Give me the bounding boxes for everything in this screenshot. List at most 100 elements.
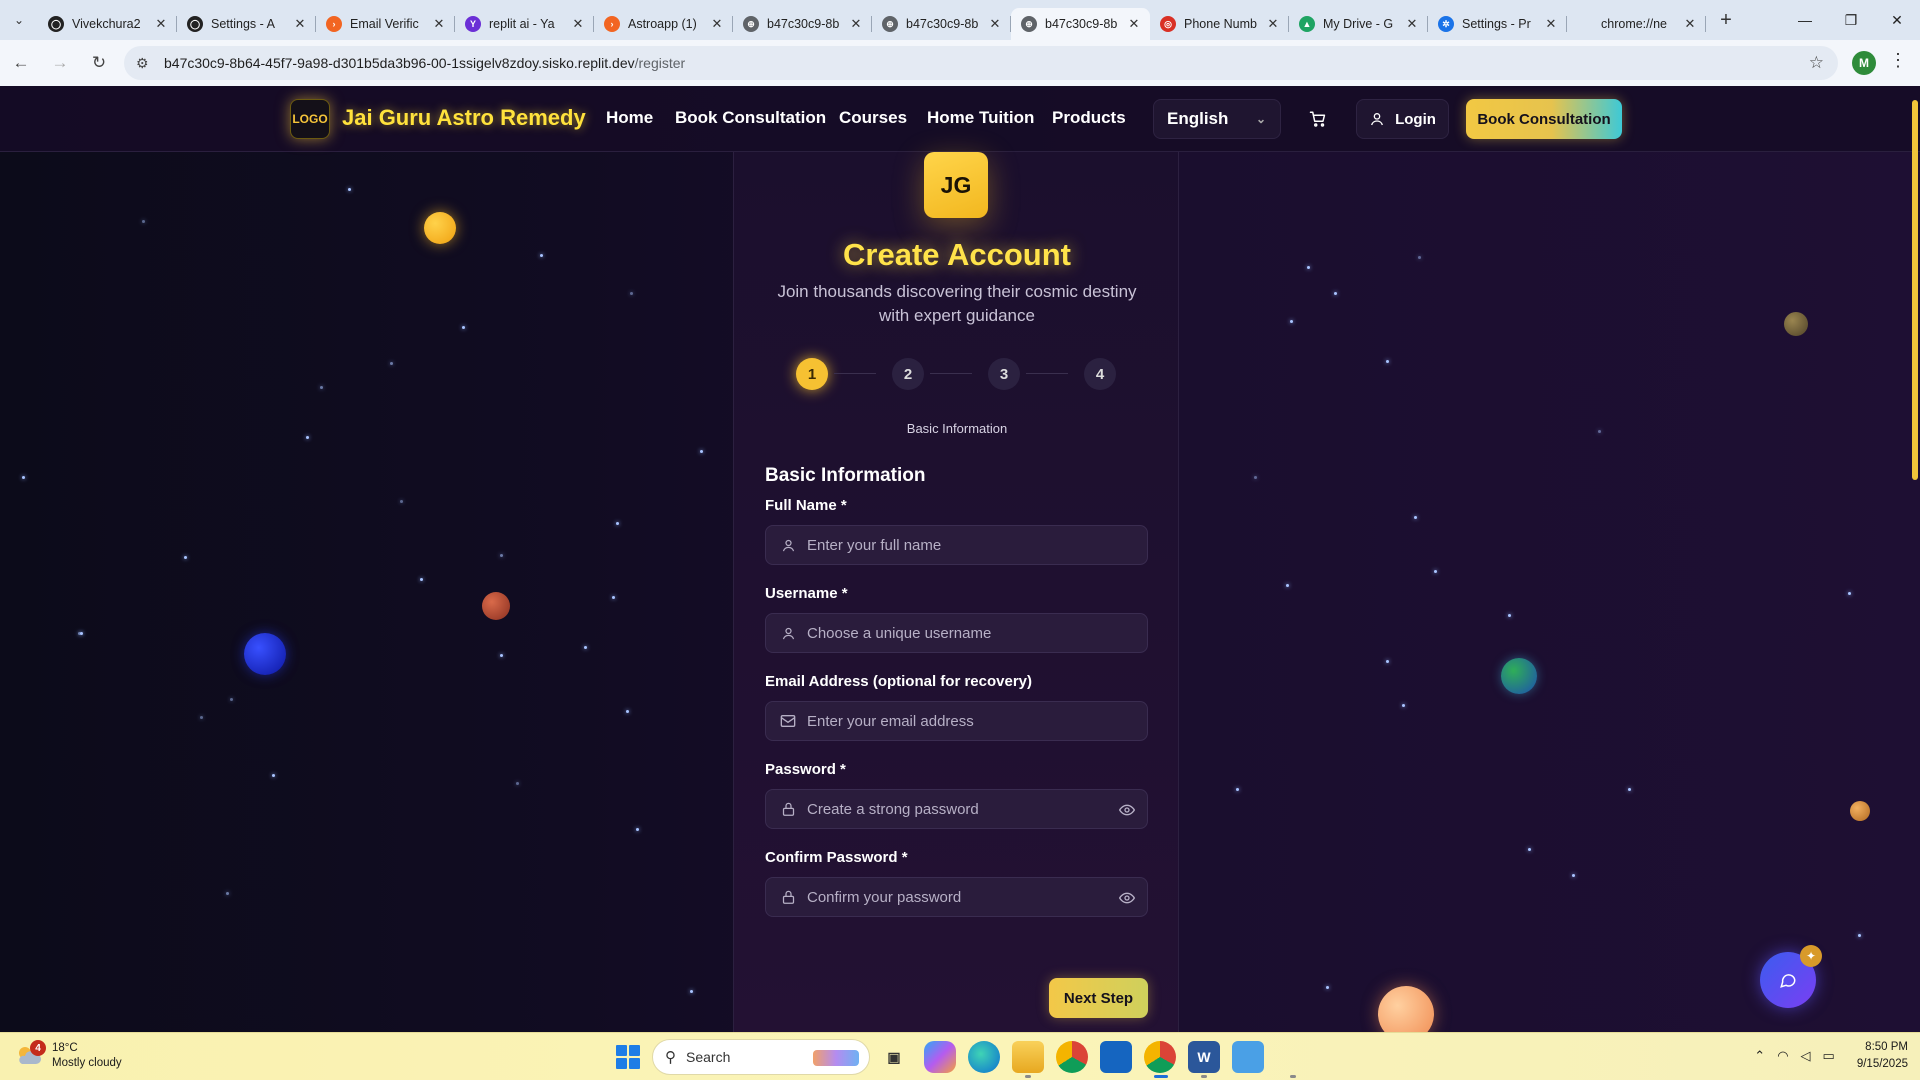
- address-bar[interactable]: ⚙ b47c30c9-8b64-45f7-9a98-d301b5da3b96-0…: [124, 46, 1838, 80]
- kebab-menu-icon[interactable]: ⋮: [1886, 50, 1910, 76]
- next-step-button[interactable]: Next Step: [1049, 978, 1148, 1018]
- tab-title: b47c30c9-8b: [906, 17, 979, 31]
- login-button[interactable]: Login: [1356, 99, 1449, 139]
- browser-tab[interactable]: ▲ My Drive - G ✕: [1289, 8, 1428, 40]
- star-decoration: [612, 596, 615, 599]
- confirm-password-placeholder: Confirm your password: [807, 888, 962, 906]
- browser-tab[interactable]: ◎ Phone Numb ✕: [1150, 8, 1289, 40]
- confirm-password-field[interactable]: Confirm your password: [765, 877, 1148, 917]
- star-decoration: [400, 500, 403, 503]
- browser-tab[interactable]: ⊕ b47c30c9-8b ✕: [733, 8, 872, 40]
- browser-tab[interactable]: Yreplit ai - Ya ✕: [455, 8, 594, 40]
- close-icon[interactable]: ✕: [709, 16, 725, 32]
- tab-strip: ◯ Vivekchura2 ✕ ◯ Settings - A ✕ › Email Veri…: [38, 0, 1742, 40]
- minimize-button[interactable]: —: [1782, 0, 1828, 40]
- page-scrollbar[interactable]: [1912, 100, 1918, 480]
- close-icon[interactable]: ✕: [1265, 16, 1281, 32]
- password-field[interactable]: Create a strong password: [765, 789, 1148, 829]
- remote-desktop-icon[interactable]: [1232, 1041, 1264, 1073]
- taskbar-search[interactable]: ⚲ Search: [652, 1039, 870, 1075]
- file-explorer-icon[interactable]: [1012, 1041, 1044, 1073]
- browser-tab[interactable]: ◯ Settings - A ✕: [177, 8, 316, 40]
- star-decoration: [516, 782, 519, 785]
- close-icon[interactable]: ✕: [1543, 16, 1559, 32]
- restore-button[interactable]: ❐: [1828, 0, 1874, 40]
- weather-text: 18°C Mostly cloudy: [52, 1041, 122, 1071]
- reload-icon[interactable]: ↻: [81, 45, 117, 81]
- close-icon[interactable]: ✕: [292, 16, 308, 32]
- nav-book-consultation[interactable]: Book Consultation: [675, 108, 826, 128]
- nav-home[interactable]: Home: [606, 108, 653, 128]
- bookmark-star-icon[interactable]: ☆: [1809, 53, 1824, 73]
- url-path: /register: [634, 55, 686, 71]
- step-connector: [1026, 373, 1068, 374]
- book-consultation-button[interactable]: Book Consultation: [1466, 99, 1622, 139]
- brand-name[interactable]: Jai Guru Astro Remedy: [342, 105, 586, 131]
- volume-icon[interactable]: ◁: [1801, 1048, 1811, 1064]
- close-icon[interactable]: ✕: [1404, 16, 1420, 32]
- language-value: English: [1167, 109, 1229, 128]
- eye-icon[interactable]: [1118, 802, 1136, 823]
- browser-tab[interactable]: ◯ Vivekchura2 ✕: [38, 8, 177, 40]
- new-tab-button[interactable]: +: [1710, 4, 1742, 36]
- eye-icon[interactable]: [1118, 890, 1136, 911]
- close-icon[interactable]: ✕: [1126, 16, 1142, 32]
- battery-icon[interactable]: ▭: [1823, 1048, 1835, 1064]
- email-field[interactable]: Enter your email address: [765, 701, 1148, 741]
- weather-widget[interactable]: 4 18°C Mostly cloudy: [16, 1040, 122, 1071]
- star-decoration: [306, 436, 309, 439]
- close-icon[interactable]: ✕: [570, 16, 586, 32]
- confirm-password-label: Confirm Password *: [765, 849, 908, 866]
- lock-icon: [778, 801, 798, 817]
- lock-icon: [778, 889, 798, 905]
- word-icon[interactable]: W: [1188, 1041, 1220, 1073]
- tab-title: Email Verific: [350, 17, 419, 31]
- chrome-icon[interactable]: [1056, 1041, 1088, 1073]
- browser-tab[interactable]: › Astroapp (1) ✕: [594, 8, 733, 40]
- copilot-icon[interactable]: [924, 1041, 956, 1073]
- browser-tab[interactable]: ✲ Settings - Pr ✕: [1428, 8, 1567, 40]
- task-view-icon[interactable]: ▣: [878, 1041, 910, 1073]
- browser-tab-active[interactable]: ⊕ b47c30c9-8b ✕: [1011, 8, 1150, 40]
- chrome-profile-icon[interactable]: [1144, 1041, 1176, 1073]
- nav-home-tuition[interactable]: Home Tuition: [927, 108, 1034, 128]
- cart-button[interactable]: [1300, 99, 1336, 139]
- forward-arrow-icon[interactable]: →: [42, 45, 78, 81]
- browser-tab[interactable]: ⊕ b47c30c9-8b ✕: [872, 8, 1011, 40]
- browser-tab[interactable]: › Email Verific ✕: [316, 8, 455, 40]
- logo[interactable]: LOGO: [290, 99, 330, 139]
- clock[interactable]: 8:50 PM 9/15/2025: [1857, 1039, 1908, 1073]
- edge-icon[interactable]: [968, 1041, 1000, 1073]
- windows-start-icon[interactable]: [616, 1045, 640, 1069]
- tab-search-button[interactable]: ⌄: [0, 0, 38, 40]
- chat-bubble-icon: [1780, 974, 1796, 988]
- star-decoration: [348, 188, 351, 191]
- close-icon[interactable]: ✕: [153, 16, 169, 32]
- globe-icon: ⊕: [882, 16, 898, 32]
- close-window-button[interactable]: ✕: [1874, 0, 1920, 40]
- system-tray: ⌃ ◠ ◁ ▭ 8:50 PM 9/15/2025: [1754, 1039, 1908, 1073]
- browser-tab[interactable]: chrome://ne ✕: [1567, 8, 1706, 40]
- star-decoration: [636, 828, 639, 831]
- site-info-icon[interactable]: ⚙: [136, 55, 158, 72]
- username-field[interactable]: Choose a unique username: [765, 613, 1148, 653]
- close-icon[interactable]: ✕: [848, 16, 864, 32]
- nav-courses[interactable]: Courses: [839, 108, 907, 128]
- star-decoration: [1598, 430, 1601, 433]
- planet-decoration: [1501, 658, 1537, 694]
- weather-desc: Mostly cloudy: [52, 1057, 122, 1069]
- full-name-field[interactable]: Enter your full name: [765, 525, 1148, 565]
- microsoft-store-icon[interactable]: [1100, 1041, 1132, 1073]
- close-icon[interactable]: ✕: [431, 16, 447, 32]
- chevron-up-icon[interactable]: ⌃: [1754, 1048, 1765, 1064]
- nav-products[interactable]: Products: [1052, 108, 1126, 128]
- close-icon[interactable]: ✕: [1682, 16, 1698, 32]
- wifi-icon[interactable]: ◠: [1777, 1048, 1788, 1064]
- star-decoration: [230, 698, 233, 701]
- language-select[interactable]: English ⌄: [1153, 99, 1281, 139]
- star-decoration: [616, 522, 619, 525]
- close-icon[interactable]: ✕: [987, 16, 1003, 32]
- back-arrow-icon[interactable]: ←: [3, 45, 39, 81]
- profile-avatar[interactable]: M: [1852, 51, 1876, 75]
- full-name-label: Full Name *: [765, 497, 847, 514]
